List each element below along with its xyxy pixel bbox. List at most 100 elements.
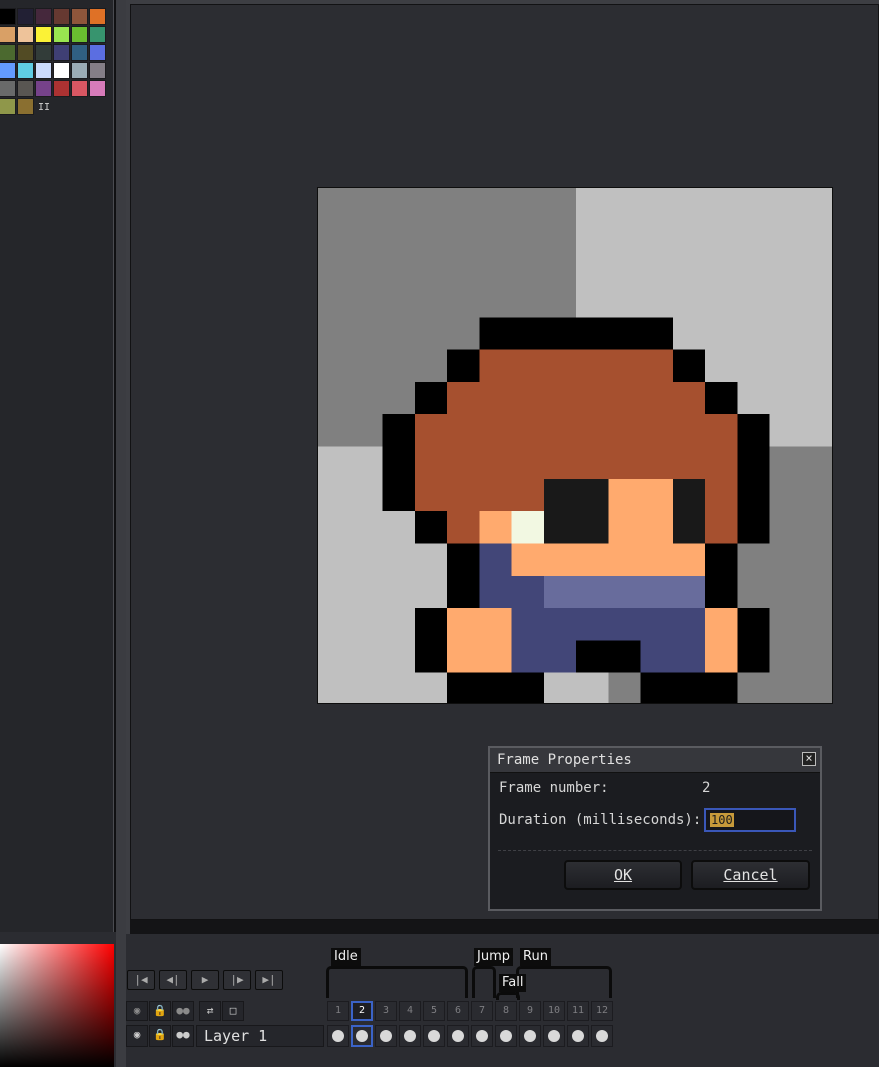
palette-swatch[interactable] (89, 26, 106, 43)
cancel-button[interactable]: Cancel (691, 860, 810, 890)
frame-header-2[interactable]: 2 (351, 1001, 373, 1021)
palette-swatch[interactable] (0, 98, 16, 115)
duration-input[interactable]: 100 (704, 808, 796, 832)
palette-swatch[interactable] (71, 44, 88, 61)
palette-swatch[interactable] (17, 26, 34, 43)
palette-swatch[interactable] (53, 62, 70, 79)
sprite-pixel (737, 511, 770, 544)
palette-swatch[interactable] (35, 80, 52, 97)
frame-header-8[interactable]: 8 (495, 1001, 517, 1021)
sprite-pixel (608, 672, 641, 703)
sprite-pixel (672, 672, 705, 703)
color-picker-gradient[interactable] (0, 944, 114, 1067)
palette-swatch[interactable] (71, 80, 88, 97)
cel-frame-6[interactable] (447, 1025, 469, 1047)
lock-icon[interactable]: 🔒 (149, 1001, 171, 1021)
sprite-pixel (543, 317, 576, 350)
play-button[interactable]: ▶ (191, 970, 219, 990)
layer-lock-icon[interactable]: 🔒 (149, 1025, 171, 1047)
cel-frame-12[interactable] (591, 1025, 613, 1047)
palette-swatch[interactable] (0, 44, 16, 61)
ok-button[interactable]: OK (564, 860, 682, 890)
tag-jump[interactable]: Jump (474, 948, 513, 966)
frame-header-11[interactable]: 11 (567, 1001, 589, 1021)
cel-frame-10[interactable] (543, 1025, 565, 1047)
first-frame-button[interactable]: |◀ (127, 970, 155, 990)
palette-more-indicator[interactable]: II (38, 102, 50, 113)
palette-swatch[interactable] (35, 26, 52, 43)
square-icon[interactable]: □ (222, 1001, 244, 1021)
sprite-pixel (447, 672, 480, 703)
sprite-pixel (543, 575, 576, 609)
sprite-pixel (608, 575, 641, 609)
cel-frame-1[interactable] (327, 1025, 349, 1047)
sprite-pixel (576, 575, 609, 609)
dialog-title-bar[interactable]: Frame Properties (490, 748, 820, 773)
frame-header-6[interactable]: 6 (447, 1001, 469, 1021)
previous-frame-button[interactable]: ◀| (159, 970, 187, 990)
horizontal-scrollbar[interactable] (130, 920, 879, 934)
panel-splitter[interactable] (116, 0, 126, 1067)
frame-header-4[interactable]: 4 (399, 1001, 421, 1021)
close-icon[interactable]: × (802, 752, 816, 766)
sprite-pixel (705, 446, 738, 479)
palette-swatch[interactable] (17, 80, 34, 97)
tag-fall[interactable]: Fall (499, 974, 527, 992)
frame-header-12[interactable]: 12 (591, 1001, 613, 1021)
palette-swatch[interactable] (0, 8, 16, 25)
cel-frame-8[interactable] (495, 1025, 517, 1047)
next-frame-button[interactable]: |▶ (223, 970, 251, 990)
layers-icon[interactable]: ⇄ (199, 1001, 221, 1021)
palette-swatch[interactable] (53, 8, 70, 25)
palette-swatch[interactable] (53, 26, 70, 43)
cel-frame-11[interactable] (567, 1025, 589, 1047)
palette-swatch[interactable] (89, 44, 106, 61)
palette-swatch[interactable] (53, 80, 70, 97)
palette-swatch[interactable] (71, 8, 88, 25)
palette-swatch[interactable] (17, 44, 34, 61)
palette-swatch[interactable] (17, 8, 34, 25)
sprite-pixel (447, 543, 480, 576)
palette-swatch[interactable] (0, 62, 16, 79)
palette-swatch[interactable] (0, 80, 16, 97)
palette-swatch[interactable] (89, 62, 106, 79)
palette-swatch[interactable] (17, 62, 34, 79)
palette-swatch[interactable] (35, 44, 52, 61)
color-palette[interactable] (0, 8, 108, 116)
cel-frame-4[interactable] (399, 1025, 421, 1047)
palette-swatch[interactable] (35, 62, 52, 79)
layer-name-cell[interactable]: Layer 1 (196, 1025, 324, 1047)
link-icon[interactable]: ●● (172, 1001, 194, 1021)
frame-header-10[interactable]: 10 (543, 1001, 565, 1021)
palette-swatch[interactable] (53, 44, 70, 61)
palette-swatch[interactable] (71, 26, 88, 43)
palette-swatch[interactable] (17, 98, 34, 115)
layer-link-icon[interactable]: ●● (172, 1025, 194, 1047)
palette-swatch[interactable] (71, 62, 88, 79)
tag-idle[interactable]: Idle (331, 948, 361, 966)
sprite-pixel (576, 381, 609, 415)
frame-header-5[interactable]: 5 (423, 1001, 445, 1021)
eye-icon[interactable]: ◉ (126, 1001, 148, 1021)
sprite-pixel (672, 381, 705, 415)
palette-swatch[interactable] (89, 80, 106, 97)
frame-header-3[interactable]: 3 (375, 1001, 397, 1021)
frame-header-9[interactable]: 9 (519, 1001, 541, 1021)
frame-header-7[interactable]: 7 (471, 1001, 493, 1021)
palette-swatch[interactable] (35, 8, 52, 25)
cel-frame-3[interactable] (375, 1025, 397, 1047)
palette-swatch[interactable] (0, 26, 16, 43)
sprite-pixel (414, 381, 447, 415)
last-frame-button[interactable]: ▶| (255, 970, 283, 990)
tag-run[interactable]: Run (520, 948, 551, 966)
palette-swatch[interactable] (89, 8, 106, 25)
sprite-pixel (640, 543, 673, 576)
cel-frame-9[interactable] (519, 1025, 541, 1047)
cel-frame-7[interactable] (471, 1025, 493, 1047)
sprite-canvas[interactable] (317, 187, 833, 704)
frame-header-1[interactable]: 1 (327, 1001, 349, 1021)
cel-frame-5[interactable] (423, 1025, 445, 1047)
layer-visibility-icon[interactable]: ◉ (126, 1025, 148, 1047)
cel-frame-2[interactable] (351, 1025, 373, 1047)
cel-dot-icon (332, 1030, 344, 1042)
